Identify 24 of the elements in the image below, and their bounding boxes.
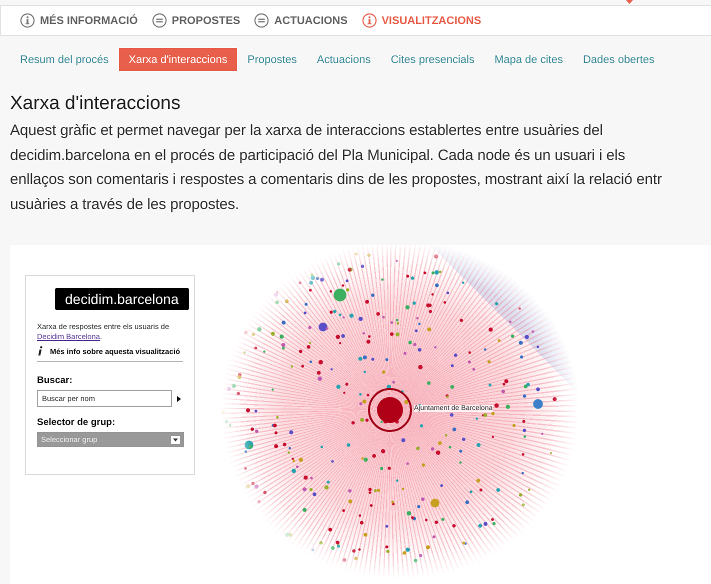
- sub-tab[interactable]: Resum del procés: [10, 48, 119, 71]
- play-icon[interactable]: [177, 396, 181, 402]
- page-heading: Xarxa d'interaccions: [10, 93, 180, 115]
- nav-link[interactable]: ACTUACIONS: [254, 13, 348, 28]
- nav-link[interactable]: VISUALITZACIONS: [362, 13, 482, 28]
- sub-tab[interactable]: Mapa de cites: [484, 48, 573, 71]
- info-icon: [37, 346, 43, 356]
- sub-tab[interactable]: Actuacions: [306, 48, 381, 71]
- hub-node: [368, 388, 412, 432]
- sub-tab[interactable]: Cites presencials: [380, 48, 484, 71]
- logo: decidim.barcelona: [55, 288, 189, 310]
- description-paragraph: Aquest gràfic et permet navegar per la xarxa de interaccions establertes entre usuàries del decidim.barcelona en el procés de participació del Pla Municipal. Cada node és un usuari i els enllaços son comentaris i respostes a comentaris dins de les propostes, mostrant així la relació entr usuàries a través de les propostes.: [10, 121, 662, 214]
- comment-icon: [152, 13, 167, 28]
- info-icon: [362, 13, 377, 28]
- search-label: Buscar:: [37, 375, 72, 386]
- comment-icon: [254, 13, 270, 28]
- sub-tab[interactable]: Propostes: [237, 48, 307, 71]
- info-icon: [20, 13, 35, 28]
- sub-tab[interactable]: Xarxa d'interaccions: [118, 48, 238, 71]
- nav-link[interactable]: PROPOSTES: [152, 13, 240, 28]
- group-label: Selector de grup:: [37, 417, 116, 428]
- sub-tab[interactable]: Dades obertes: [572, 48, 665, 71]
- dropdown-icon: [171, 436, 180, 444]
- nav-link[interactable]: MÉS INFORMACIÓ: [20, 13, 138, 28]
